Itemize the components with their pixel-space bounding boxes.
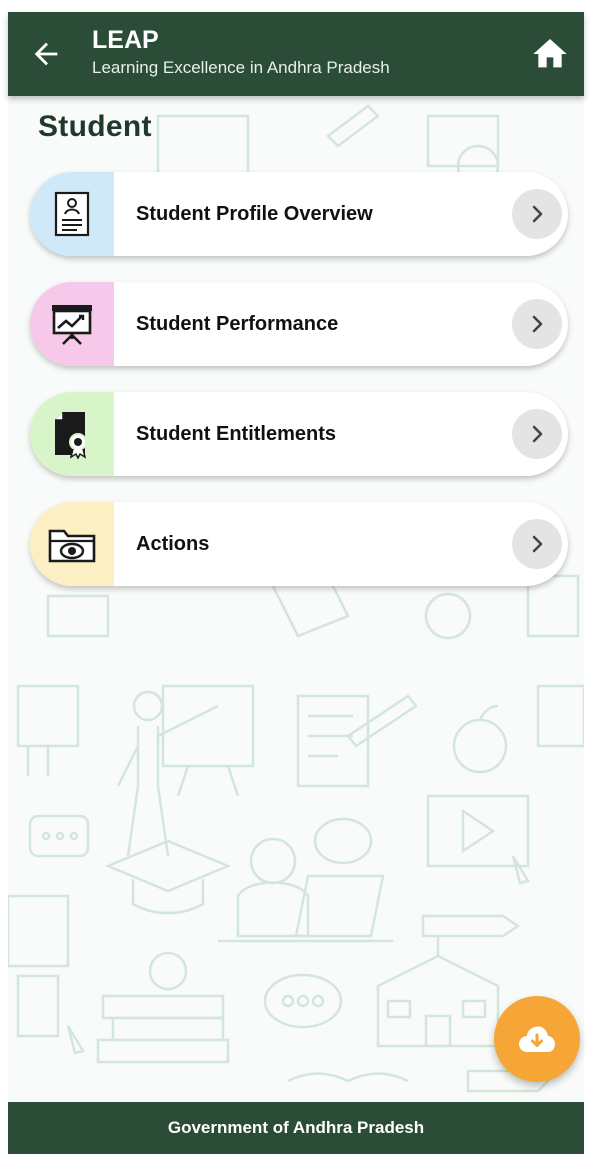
cloud-download-icon (519, 1026, 555, 1052)
app-title: LEAP (92, 26, 159, 54)
menu-list: Student Profile Overview Student Perform… (30, 172, 568, 612)
certificate-document-icon (55, 412, 87, 459)
header-titles: LEAP Learning Excellence in Andhra Prade… (92, 26, 390, 80)
home-button[interactable] (526, 30, 574, 78)
back-button[interactable] (26, 34, 66, 74)
menu-item-actions[interactable]: Actions (30, 502, 568, 586)
chevron-right-icon (532, 535, 543, 553)
menu-item-label: Student Entitlements (136, 422, 337, 445)
card-icon-wrap (30, 282, 114, 366)
footer-text: Government of Andhra Pradesh (167, 1118, 425, 1137)
app-header: LEAP Learning Excellence in Andhra Prade… (8, 12, 584, 96)
presentation-chart-icon (52, 305, 92, 345)
home-icon (533, 39, 567, 68)
menu-item-label: Student Profile Overview (136, 202, 373, 225)
menu-item-label: Actions (136, 532, 210, 555)
chevron-button[interactable] (512, 299, 562, 349)
chevron-right-icon (532, 425, 543, 443)
arrow-left-icon (34, 42, 58, 66)
chevron-button[interactable] (512, 409, 562, 459)
chevron-right-icon (532, 315, 543, 333)
card-icon-wrap (30, 502, 114, 586)
folder-icon (48, 529, 96, 563)
menu-item-student-entitlements[interactable]: Student Entitlements (30, 392, 568, 476)
page-title: Student (38, 110, 152, 143)
cloud-download-button[interactable] (494, 996, 580, 1082)
card-icon-wrap (30, 172, 114, 256)
menu-item-student-profile-overview[interactable]: Student Profile Overview (30, 172, 568, 256)
app-subtitle: Learning Excellence in Andhra Pradesh (92, 58, 390, 77)
app-footer: Government of Andhra Pradesh (8, 1102, 584, 1154)
student-screen: LEAP Learning Excellence in Andhra Prade… (0, 0, 592, 1154)
menu-item-label: Student Performance (136, 312, 339, 335)
chevron-button[interactable] (512, 189, 562, 239)
chevron-button[interactable] (512, 519, 562, 569)
menu-item-student-performance[interactable]: Student Performance (30, 282, 568, 366)
profile-document-icon (54, 191, 90, 237)
card-icon-wrap (30, 392, 114, 476)
chevron-right-icon (532, 205, 543, 223)
